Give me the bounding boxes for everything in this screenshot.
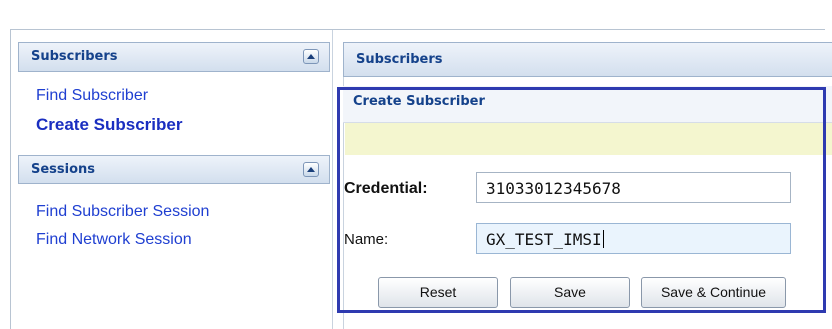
main-panel-header: Subscribers <box>343 42 832 77</box>
form-highlight-box <box>337 87 826 313</box>
subscribers-panel-header[interactable]: Subscribers <box>18 42 330 72</box>
collapse-up-icon[interactable] <box>303 162 319 177</box>
left-nav: Subscribers Find Subscriber Create Subsc… <box>18 42 330 329</box>
nav-find-network-session[interactable]: Find Network Session <box>36 231 192 249</box>
collapse-up-icon[interactable] <box>303 49 319 64</box>
main-panel-title: Subscribers <box>356 52 443 67</box>
nav-find-subscriber-session[interactable]: Find Subscriber Session <box>36 203 209 221</box>
nav-find-subscriber[interactable]: Find Subscriber <box>36 87 148 105</box>
column-divider <box>332 30 333 329</box>
nav-create-subscriber[interactable]: Create Subscriber <box>36 115 182 135</box>
sessions-panel-header[interactable]: Sessions <box>18 155 330 184</box>
subscribers-panel-title: Subscribers <box>31 49 118 64</box>
sessions-panel-title: Sessions <box>31 162 96 177</box>
